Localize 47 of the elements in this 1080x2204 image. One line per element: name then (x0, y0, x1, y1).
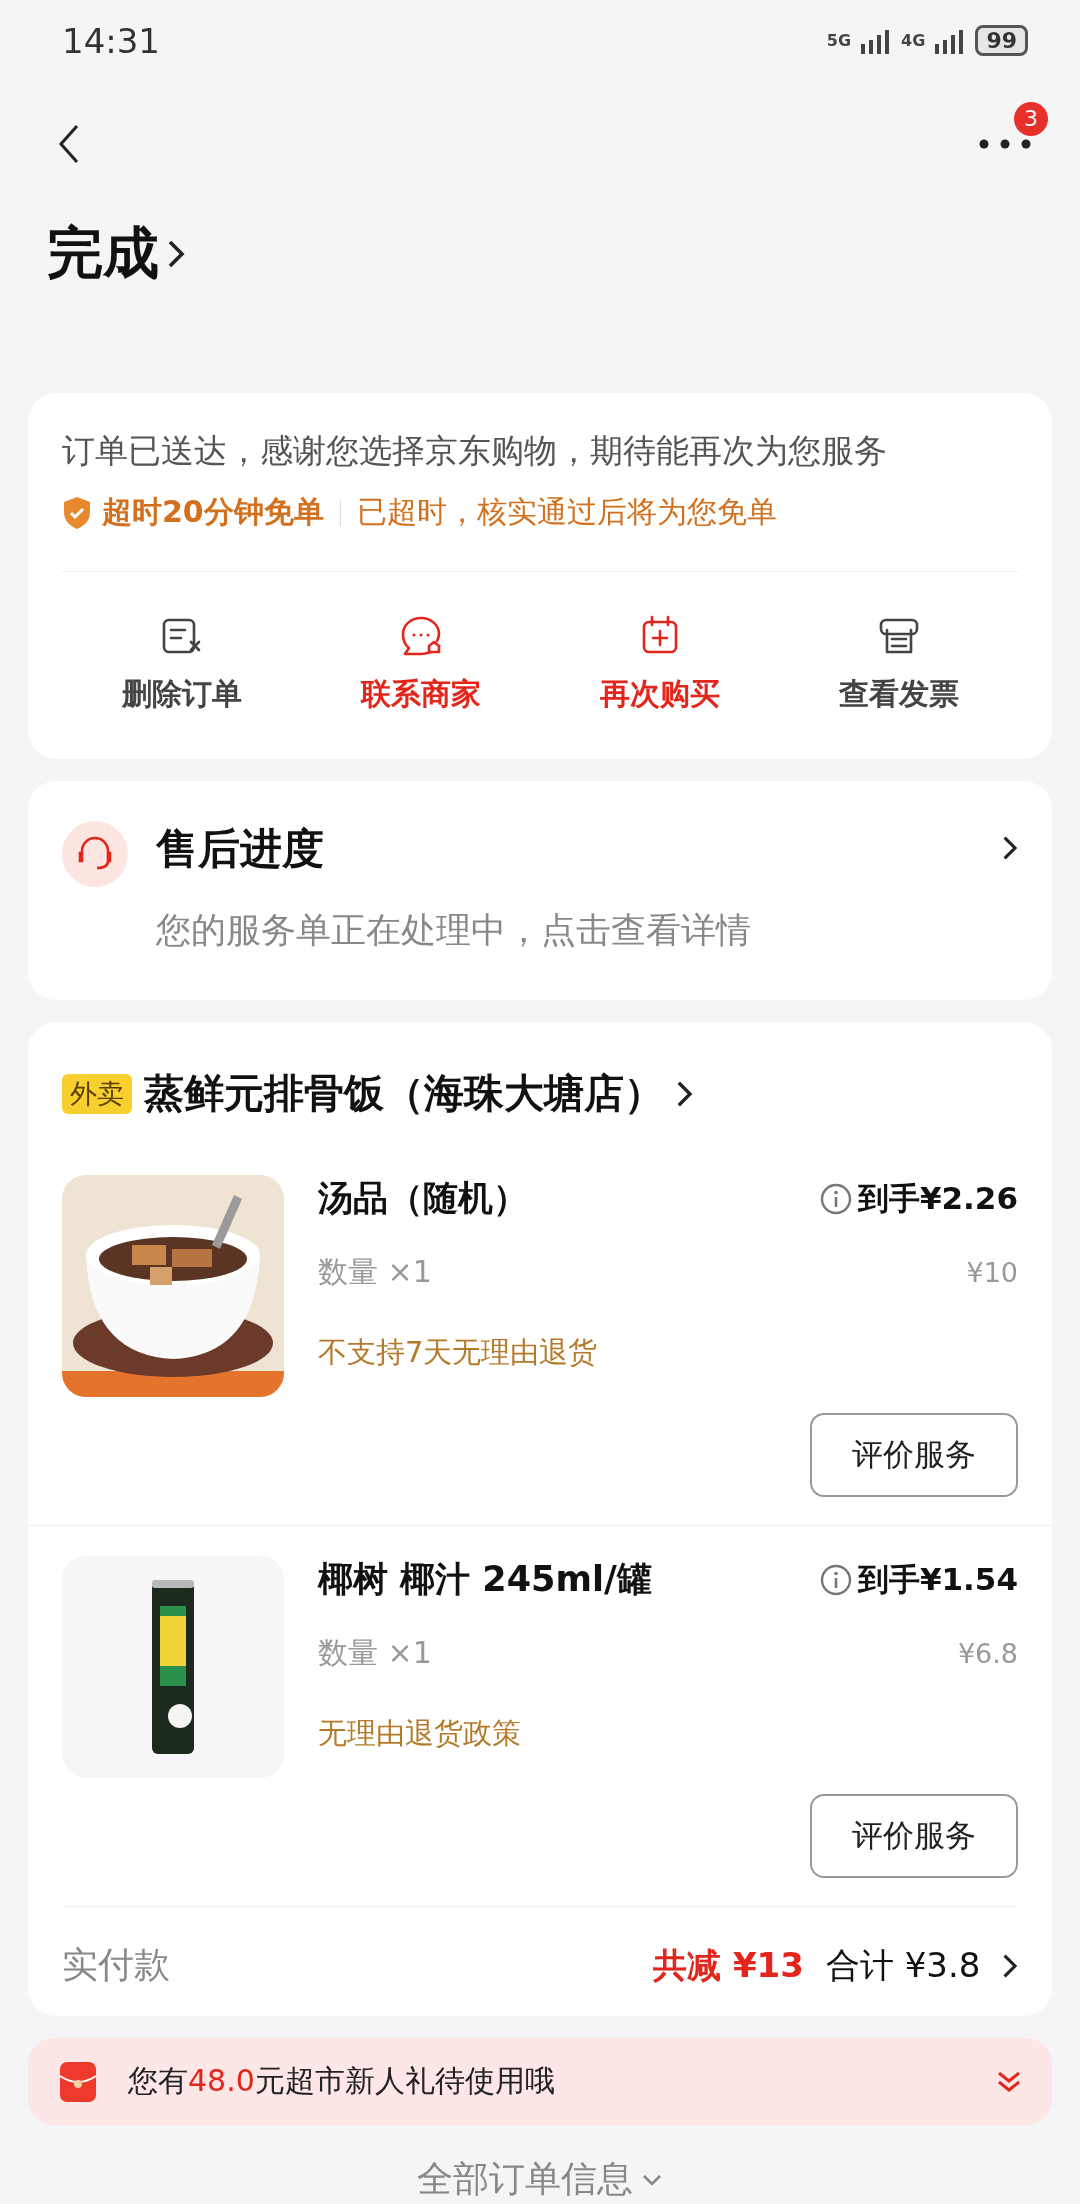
guarantee-title: 超时20分钟免单 (102, 493, 324, 532)
notification-badge: 3 (1014, 101, 1048, 136)
guarantee-detail: 已超时，核实通过后将为您免单 (356, 493, 777, 532)
signal-icon (861, 27, 892, 54)
info-icon[interactable] (819, 1182, 852, 1215)
return-policy: 不支持7天无理由退货 (318, 1334, 599, 1372)
order-status-title[interactable]: 完成 (47, 216, 159, 293)
final-price: 到手¥1.54 (857, 1559, 1018, 1599)
product-name: 椰树 椰汁 245ml/罐 (318, 1558, 652, 1602)
product-name: 汤品（随机） (318, 1177, 528, 1221)
headset-icon (62, 821, 128, 888)
review-button[interactable]: 评价服务 (810, 1794, 1018, 1879)
quantity: 数量 ×1 (318, 1634, 432, 1673)
order-action-button[interactable]: 删除订单 (62, 612, 301, 716)
order-action-button[interactable]: 联系商家 (301, 612, 540, 716)
signal-icon (935, 27, 966, 54)
more-icon[interactable] (979, 138, 1031, 149)
order-total[interactable]: 合计 ¥3.8 (825, 1942, 981, 1989)
original-price: ¥10 (966, 1257, 1018, 1289)
network-label: 4G (901, 31, 926, 51)
quantity: 数量 ×1 (318, 1253, 432, 1292)
after-sales-title[interactable]: 售后进度 (156, 821, 975, 878)
delivery-tag: 外卖 (62, 1073, 132, 1114)
payment-label: 实付款 (62, 1943, 170, 1988)
chevron-right-icon (1002, 1952, 1018, 1979)
order-action-button[interactable]: 再次购买 (540, 612, 779, 716)
chevron-right-icon (676, 1079, 693, 1108)
battery-level: 99 (975, 25, 1028, 57)
return-policy: 无理由退货政策 (318, 1715, 522, 1753)
shield-check-icon (62, 495, 92, 530)
final-price: 到手¥2.26 (857, 1178, 1018, 1218)
chevron-right-icon (167, 239, 185, 270)
original-price: ¥6.8 (957, 1638, 1018, 1670)
order-action-button[interactable]: 查看发票 (779, 612, 1018, 716)
info-icon[interactable] (819, 1563, 852, 1596)
review-button[interactable]: 评价服务 (810, 1413, 1018, 1498)
delivery-message: 订单已送达，感谢您选择京东购物，期待能再次为您服务 (62, 430, 888, 473)
back-icon[interactable] (58, 123, 80, 164)
discount-total: 共减 ¥13 (653, 1943, 804, 1987)
status-time: 14:31 (62, 20, 160, 61)
chevron-right-icon (1002, 835, 1018, 862)
store-name[interactable]: 蒸鲜元排骨饭（海珠大塘店） (144, 1066, 664, 1122)
gift-envelope-icon (58, 2059, 98, 2104)
after-sales-subtitle: 您的服务单正在处理中，点击查看详情 (156, 909, 752, 953)
network-label: 5G (826, 31, 852, 51)
double-chevron-down-icon[interactable] (996, 2069, 1022, 2094)
chevron-down-icon (641, 2172, 663, 2187)
